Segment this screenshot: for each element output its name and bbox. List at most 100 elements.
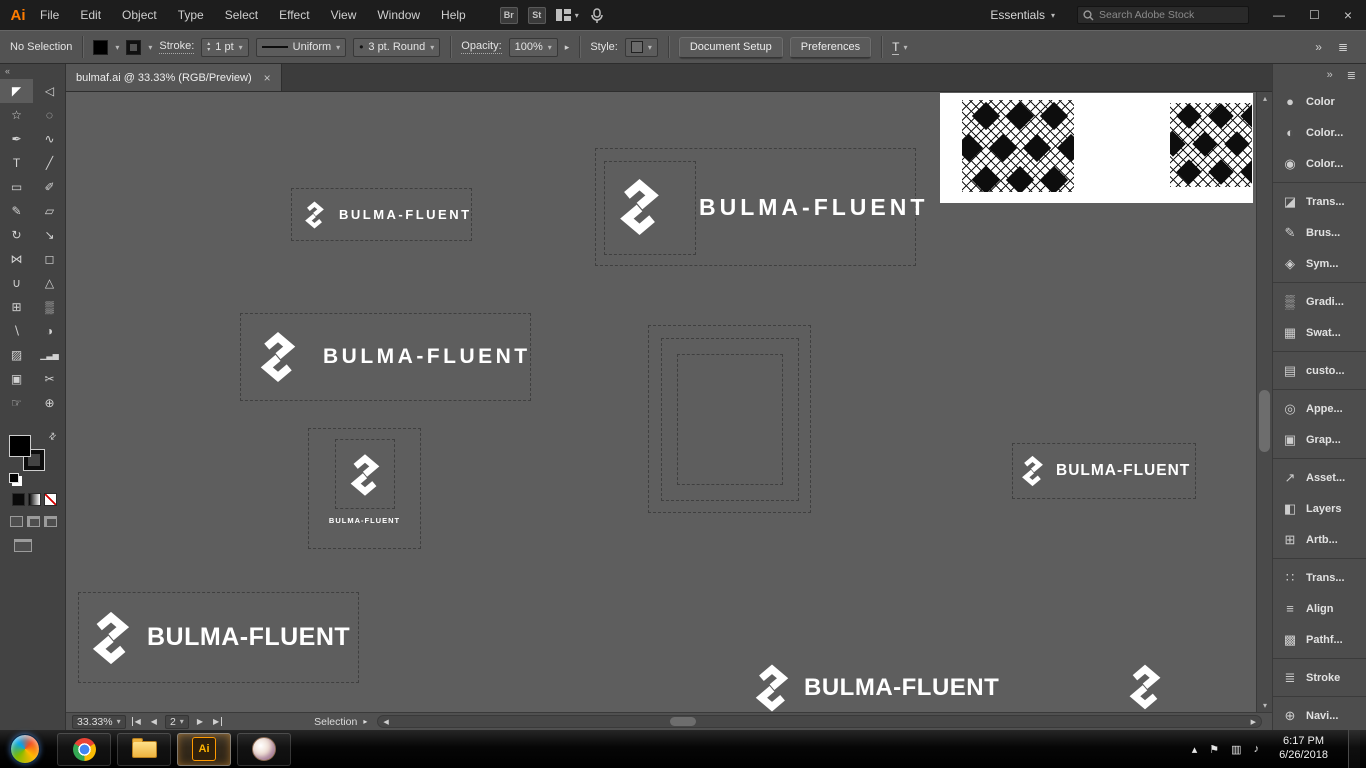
perspective-grid-tool[interactable]: △	[33, 271, 66, 295]
document-setup-button[interactable]: Document Setup	[678, 36, 783, 58]
display-icon[interactable]: ▥	[1231, 743, 1241, 756]
gradient-tool[interactable]: ▒	[33, 295, 66, 319]
opacity-field[interactable]: 100% ▾	[508, 37, 558, 57]
stroke-weight-field[interactable]: ▴ ▾ 1 pt ▾	[201, 37, 249, 57]
stroke-panel-link[interactable]: Stroke:	[159, 40, 195, 54]
zoom-dropdown[interactable]: 33.33% ▾	[72, 714, 126, 729]
column-graph-tool[interactable]: ▁▃▅	[33, 343, 66, 367]
rotate-tool[interactable]: ↻	[0, 223, 33, 247]
pen-tool[interactable]: ✒	[0, 127, 33, 151]
pattern-swatch[interactable]	[962, 100, 1074, 192]
artboard-fragment[interactable]	[940, 93, 1253, 203]
hand-tool[interactable]: ☞	[0, 391, 33, 415]
panel-tab-color[interactable]: ◉ Color...	[1273, 148, 1366, 179]
type-options-icon[interactable]: T ▾	[892, 40, 907, 55]
expand-panels-icon[interactable]: »	[1327, 69, 1333, 81]
workspace-switcher[interactable]: Essentials ▾	[990, 8, 1055, 22]
action-center-flag-icon[interactable]: ⚑	[1209, 743, 1219, 756]
fill-swatch[interactable]	[93, 39, 109, 55]
panel-tab-align[interactable]: ≡ Align	[1273, 593, 1366, 624]
last-artboard-button[interactable]: ▶	[211, 717, 223, 726]
panel-tab-brus[interactable]: ✎ Brus...	[1273, 217, 1366, 248]
rectangle-tool[interactable]: ▭	[0, 175, 33, 199]
paintbrush-tool[interactable]: ✐	[33, 175, 66, 199]
scale-tool[interactable]: ↘	[33, 223, 66, 247]
document-tab[interactable]: bulmaf.ai @ 33.33% (RGB/Preview) ×	[66, 64, 282, 91]
panel-tab-grap[interactable]: ▣ Grap...	[1273, 424, 1366, 455]
panel-tab-custo[interactable]: ▤ custo...	[1273, 355, 1366, 386]
preferences-button[interactable]: Preferences	[789, 36, 872, 58]
horizontal-scrollbar[interactable]: ◀ ▶	[377, 715, 1262, 728]
stepper-icon[interactable]: ▴ ▾	[207, 41, 210, 53]
panel-tab-pathf[interactable]: ▩ Pathf...	[1273, 624, 1366, 655]
draw-behind-button[interactable]	[27, 516, 40, 527]
next-artboard-button[interactable]: ▶	[195, 717, 205, 726]
menu-item-view[interactable]: View	[331, 8, 357, 22]
logo-artwork-mid-left[interactable]: BULMA-FLUENT	[240, 313, 531, 401]
menu-item-effect[interactable]: Effect	[279, 8, 309, 22]
menu-item-file[interactable]: File	[40, 8, 59, 22]
first-artboard-button[interactable]: ◀	[131, 717, 143, 726]
scroll-left-icon[interactable]: ◀	[381, 718, 390, 726]
vertical-scrollbar[interactable]: ▴ ▾	[1256, 92, 1272, 712]
menu-item-type[interactable]: Type	[178, 8, 204, 22]
eraser-tool[interactable]: ▱	[33, 199, 66, 223]
restore-button[interactable]: ☐	[1309, 8, 1320, 22]
logo-artwork-right[interactable]: BULMA-FLUENT	[1012, 443, 1196, 499]
screen-mode-button[interactable]	[14, 539, 32, 552]
panel-tab-sym[interactable]: ◈ Sym...	[1273, 248, 1366, 279]
menu-item-help[interactable]: Help	[441, 8, 466, 22]
taskbar-paint-button[interactable]	[237, 732, 291, 766]
panel-tab-trans[interactable]: ◪ Trans...	[1273, 186, 1366, 217]
artboard-number-field[interactable]: 2 ▾	[164, 714, 189, 729]
free-transform-tool[interactable]: ◻	[33, 247, 66, 271]
bridge-button[interactable]: Br	[499, 6, 518, 24]
flyout-icon[interactable]: ▸	[565, 42, 570, 53]
panel-menu-icon[interactable]: ≣	[1347, 69, 1356, 82]
panel-tab-gradi[interactable]: ▒ Gradi...	[1273, 286, 1366, 317]
empty-template-frame[interactable]	[648, 325, 811, 513]
shape-builder-tool[interactable]: ∪	[0, 271, 33, 295]
collapse-tools-icon[interactable]: «	[0, 64, 65, 79]
magic-wand-tool[interactable]: ☆	[0, 103, 33, 127]
width-tool[interactable]: ⋈	[0, 247, 33, 271]
logo-artwork-bottom-left[interactable]: BULMA-FLUENT	[78, 592, 359, 683]
panel-tab-asset[interactable]: ↗ Asset...	[1273, 462, 1366, 493]
logo-artwork-bottom-center[interactable]: BULMA-FLUENT	[754, 658, 1016, 712]
taskbar-clock[interactable]: 6:17 PM 6/26/2018	[1271, 735, 1336, 763]
none-button[interactable]	[44, 493, 57, 506]
volume-icon[interactable]: ♪	[1254, 743, 1260, 756]
curvature-tool[interactable]: ∿	[33, 127, 66, 151]
panel-tab-artb[interactable]: ⊞ Artb...	[1273, 524, 1366, 555]
panel-tab-color[interactable]: ● Color	[1273, 86, 1366, 117]
minimize-button[interactable]: —	[1273, 8, 1285, 22]
line-segment-tool[interactable]: ╱	[33, 151, 66, 175]
style-dropdown[interactable]: ▾	[624, 37, 658, 57]
gradient-button[interactable]	[28, 493, 41, 506]
panel-menu-icon[interactable]: ≣	[1338, 40, 1348, 54]
draw-inside-button[interactable]	[44, 516, 57, 527]
taskbar-explorer-button[interactable]	[117, 732, 171, 766]
previous-artboard-button[interactable]: ◀	[149, 717, 159, 726]
stock-button[interactable]: St	[527, 6, 546, 24]
panel-tab-stroke[interactable]: ≣ Stroke	[1273, 662, 1366, 693]
scroll-up-icon[interactable]: ▴	[1257, 94, 1273, 103]
start-button[interactable]	[10, 734, 40, 764]
brush-dropdown[interactable]: • 3 pt. Round ▾	[353, 37, 441, 57]
panel-tab-trans[interactable]: ∷ Trans...	[1273, 562, 1366, 593]
vertical-scroll-thumb[interactable]	[1259, 390, 1270, 452]
scroll-down-icon[interactable]: ▾	[1257, 701, 1273, 710]
zoom-tool[interactable]: ⊕	[33, 391, 66, 415]
dock-collapse-icon[interactable]: »	[1315, 40, 1322, 54]
shaper-tool[interactable]: ✎	[0, 199, 33, 223]
panel-tab-swat[interactable]: ▦ Swat...	[1273, 317, 1366, 348]
logo-artwork-stacked[interactable]: BULMA-FLUENT	[308, 428, 421, 549]
scroll-right-icon[interactable]: ▶	[1249, 718, 1258, 726]
draw-normal-button[interactable]	[10, 516, 23, 527]
menu-item-select[interactable]: Select	[225, 8, 258, 22]
show-desktop-button[interactable]	[1348, 730, 1360, 768]
horizontal-scroll-thumb[interactable]	[669, 717, 696, 726]
taskbar-chrome-button[interactable]	[57, 732, 111, 766]
fill-color-swatch[interactable]	[9, 435, 31, 457]
direct-selection-tool[interactable]: ◁	[33, 79, 66, 103]
